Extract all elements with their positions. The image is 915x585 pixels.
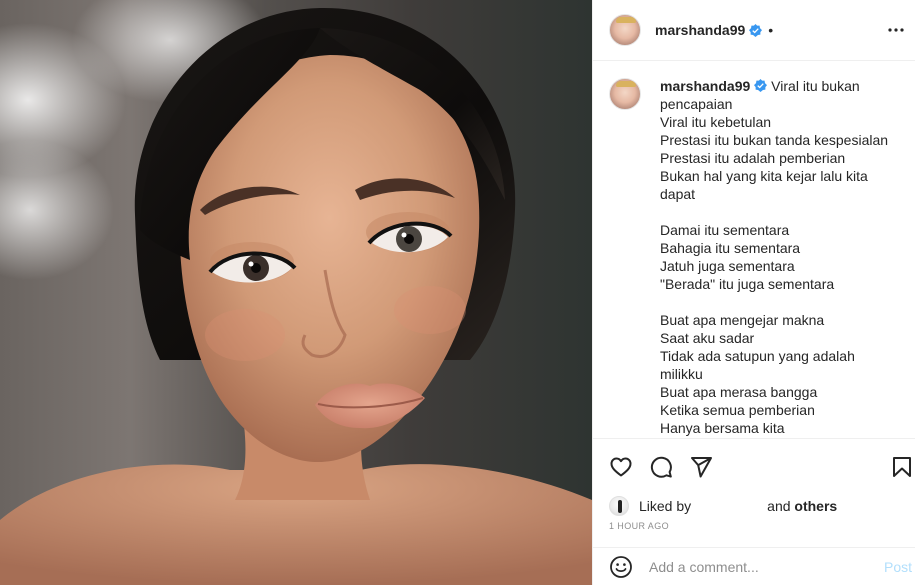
- post-comment-button[interactable]: Post: [884, 559, 912, 575]
- caption: marshanda99 Viral itu bukan pencapaian V…: [609, 77, 900, 437]
- action-bar: [593, 438, 915, 494]
- emoji-icon[interactable]: [609, 555, 633, 579]
- share-icon[interactable]: [689, 455, 713, 479]
- bookmark-icon[interactable]: [890, 455, 914, 479]
- redacted-liker-name: [695, 500, 774, 512]
- caption-line: Hanya bersama kita: [660, 420, 785, 436]
- caption-author-username[interactable]: marshanda99: [660, 78, 750, 94]
- comment-bar: Post: [593, 547, 915, 585]
- caption-line: Prestasi itu adalah pemberian: [660, 150, 846, 166]
- likes-others-link[interactable]: others: [794, 498, 837, 514]
- caption-area[interactable]: marshanda99 Viral itu bukan pencapaian V…: [593, 61, 915, 438]
- verified-badge-icon: [754, 79, 768, 92]
- verified-badge-icon: [749, 23, 763, 37]
- author-username[interactable]: marshanda99: [655, 22, 745, 38]
- caption-line: Bahagia itu sementara: [660, 240, 801, 256]
- comment-input[interactable]: [649, 558, 879, 575]
- caption-line: "Berada" itu juga sementara: [660, 276, 835, 292]
- caption-line: Bukan hal yang kita kejar lalu kita dapa…: [660, 168, 868, 202]
- caption-line: Buat apa mengejar makna: [660, 312, 825, 328]
- caption-author-avatar[interactable]: [609, 78, 641, 110]
- liked-by-and: and: [767, 498, 791, 514]
- caption-line: Viral itu kebetulan: [660, 114, 772, 130]
- caption-first-line: marshanda99 Viral itu bukan pencapaian: [660, 77, 900, 113]
- caption-line: Prestasi itu bukan tanda kespesialan: [660, 132, 889, 148]
- likes-summary: Liked by and others: [609, 496, 837, 516]
- more-options-icon[interactable]: [886, 22, 906, 38]
- portrait-photo: [0, 7, 592, 585]
- liked-by-label: Liked by: [639, 498, 692, 514]
- caption-line: Tidak ada satupun yang adalah milikku: [660, 348, 855, 382]
- caption-text: marshanda99 Viral itu bukan pencapaian V…: [660, 77, 900, 437]
- caption-line: Saat aku sadar: [660, 330, 755, 346]
- heart-icon[interactable]: [609, 455, 633, 479]
- comment-icon[interactable]: [649, 455, 673, 479]
- caption-line: Damai itu sementara: [660, 222, 790, 238]
- post-timestamp[interactable]: 1 HOUR AGO: [609, 521, 669, 531]
- header-separator: •: [768, 22, 774, 38]
- liker-avatar[interactable]: [609, 496, 629, 516]
- author-avatar[interactable]: [609, 14, 641, 46]
- post-image[interactable]: [0, 0, 592, 585]
- caption-line: Jatuh juga sementara: [660, 258, 795, 274]
- caption-line: Ketika semua pemberian: [660, 402, 815, 418]
- caption-line: Buat apa merasa bangga: [660, 384, 818, 400]
- post-header: marshanda99 •: [593, 0, 915, 61]
- post-detail-panel: marshanda99 • marshanda99 Viral itu buka…: [592, 0, 915, 585]
